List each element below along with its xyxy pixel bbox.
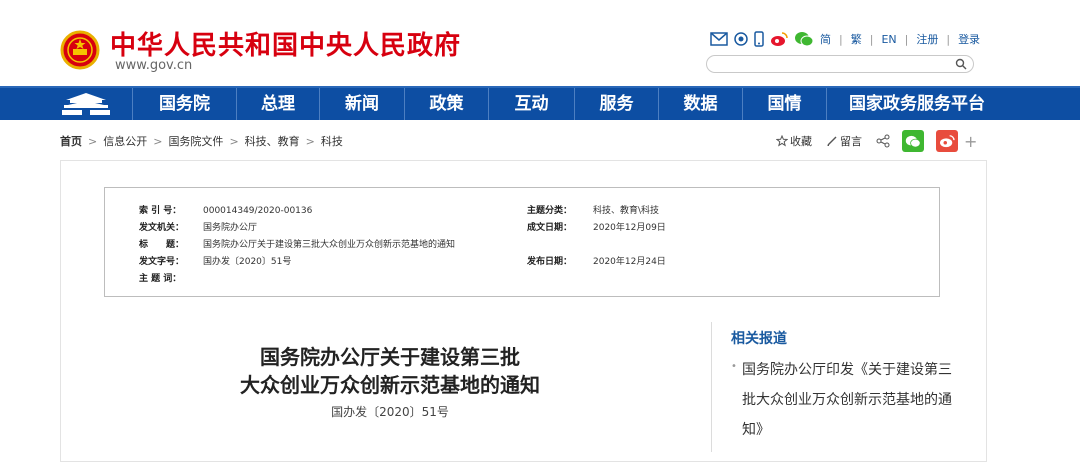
share-icon[interactable]	[876, 134, 890, 148]
nav-item-news[interactable]: 新闻	[319, 88, 404, 120]
nav-item-interaction[interactable]: 互动	[488, 88, 574, 120]
breadcrumb-home[interactable]: 首页	[60, 133, 82, 149]
site-title[interactable]: 中华人民共和国中央人民政府	[110, 25, 461, 62]
meta-label: 索 引 号：	[139, 206, 182, 216]
meta-value: 国务院办公厅关于建设第三批大众创业万众创新示范基地的通知	[203, 240, 456, 250]
breadcrumb-sep: >	[305, 134, 315, 148]
separator: |	[839, 32, 843, 46]
wechat-icon	[905, 135, 921, 147]
pencil-icon	[827, 136, 837, 146]
search-icon[interactable]	[955, 58, 967, 70]
mobile-icon[interactable]	[754, 31, 764, 47]
meta-label: 主题分类：	[527, 206, 573, 216]
lang-english[interactable]: EN	[881, 33, 896, 46]
nav-item-data[interactable]: 数据	[658, 88, 742, 120]
main-nav: 国务院 总理 新闻 政策 互动 服务 数据 国情 国家政务服务平台	[0, 86, 1080, 120]
meta-value: 000014349/2020-00136	[203, 206, 313, 216]
site-url[interactable]: www.gov.cn	[115, 58, 192, 73]
lang-traditional[interactable]: 繁	[851, 31, 862, 47]
nav-item-state-council[interactable]: 国务院	[132, 88, 236, 120]
meta-docnum-row: 发文字号： 国办发〔2020〕51号	[139, 254, 291, 267]
meta-value: 国务院办公厅	[203, 223, 258, 233]
national-emblem-icon[interactable]	[60, 30, 100, 70]
site-header: 中华人民共和国中央人民政府 www.gov.cn 简 | 繁 | EN | 注册…	[0, 0, 1080, 86]
separator: |	[946, 32, 951, 46]
meta-value: 2020年12月24日	[593, 257, 666, 267]
breadcrumb-item[interactable]: 科技、教育	[245, 133, 300, 149]
nav-items: 国务院 总理 新闻 政策 互动 服务 数据 国情 国家政务服务平台	[132, 88, 1007, 120]
article-title: 国务院办公厅关于建设第三批 大众创业万众创新示范基地的通知	[220, 343, 560, 399]
breadcrumb-item[interactable]: 国务院文件	[168, 133, 223, 149]
search-input[interactable]	[717, 59, 961, 77]
meta-index-row: 索 引 号： 000014349/2020-00136	[139, 203, 312, 216]
separator: |	[904, 32, 909, 46]
article-doc-number: 国办发〔2020〕51号	[331, 405, 449, 419]
nav-item-national-info[interactable]: 国情	[742, 88, 826, 120]
related-reports-heading: 相关报道	[731, 331, 787, 347]
meta-published-row: 发布日期： 2020年12月24日	[527, 254, 666, 267]
breadcrumb-sep: >	[88, 134, 98, 148]
meta-written-row: 成文日期： 2020年12月09日	[527, 220, 666, 233]
more-share-icon[interactable]: +	[964, 132, 977, 151]
nav-item-services[interactable]: 服务	[574, 88, 658, 120]
breadcrumb-sep: >	[229, 134, 239, 148]
related-reports-sidebar: 相关报道 • 国务院办公厅印发《关于建设第三批大众创业万众创新示范基地的通知》	[711, 322, 982, 452]
meta-title-row: 标 题： 国务院办公厅关于建设第三批大众创业万众创新示范基地的通知	[139, 237, 455, 250]
wechat-share-button[interactable]	[902, 130, 924, 152]
meta-label: 发文机关：	[139, 223, 185, 233]
comment-button[interactable]: 留言	[826, 133, 862, 149]
wechat-icon[interactable]	[794, 31, 814, 47]
meta-label: 主 题 词：	[139, 274, 182, 284]
header-tools: 简 | 繁 | EN | 注册 | 登录	[710, 30, 980, 48]
breadcrumb: 首页 > 信息公开 > 国务院文件 > 科技、教育 > 科技	[60, 133, 343, 149]
favorite-label: 收藏	[790, 135, 812, 148]
lang-simplified[interactable]: 简	[820, 31, 831, 47]
article-title-line: 大众创业万众创新示范基地的通知	[240, 373, 540, 397]
article-title-line: 国务院办公厅关于建设第三批	[260, 345, 520, 369]
related-report-link[interactable]: 国务院办公厅印发《关于建设第三批大众创业万众创新示范基地的通知》	[742, 355, 952, 445]
meta-label: 发布日期：	[527, 257, 573, 267]
mail-icon[interactable]	[710, 32, 728, 46]
meta-label: 发文字号：	[139, 257, 185, 267]
meta-keywords-row: 主 题 词：	[139, 271, 203, 284]
favorite-button[interactable]: 收藏	[776, 133, 812, 149]
breadcrumb-sep: >	[153, 134, 163, 148]
meta-issuer-row: 发文机关： 国务院办公厅	[139, 220, 257, 233]
search-box[interactable]	[706, 55, 974, 77]
register-link[interactable]: 注册	[916, 31, 938, 47]
tiananmen-logo-icon[interactable]	[60, 91, 112, 117]
star-icon	[776, 135, 788, 147]
breadcrumb-item[interactable]: 科技	[321, 133, 343, 149]
breadcrumb-item[interactable]: 信息公开	[103, 133, 147, 149]
meta-value: 国办发〔2020〕51号	[203, 257, 292, 267]
weibo-icon	[940, 135, 955, 148]
weibo-share-button[interactable]	[936, 130, 958, 152]
nav-item-policy[interactable]: 政策	[404, 88, 488, 120]
app-icon[interactable]	[734, 32, 748, 46]
meta-label: 成文日期：	[527, 223, 573, 233]
share-bar: 收藏 留言 +	[776, 130, 977, 152]
bullet-icon: •	[731, 361, 737, 372]
meta-value: 科技、教育\科技	[593, 206, 660, 216]
meta-value: 2020年12月09日	[593, 223, 666, 233]
comment-label: 留言	[840, 135, 862, 148]
weibo-icon[interactable]	[770, 31, 788, 47]
nav-item-service-platform[interactable]: 国家政务服务平台	[826, 88, 1007, 120]
meta-category-row: 主题分类： 科技、教育\科技	[527, 203, 659, 216]
login-link[interactable]: 登录	[958, 31, 980, 47]
meta-label: 标 题：	[139, 240, 185, 250]
document-metadata-table: 索 引 号： 000014349/2020-00136 发文机关： 国务院办公厅 标…	[104, 187, 940, 297]
nav-item-premier[interactable]: 总理	[236, 88, 319, 120]
separator: |	[869, 32, 874, 46]
